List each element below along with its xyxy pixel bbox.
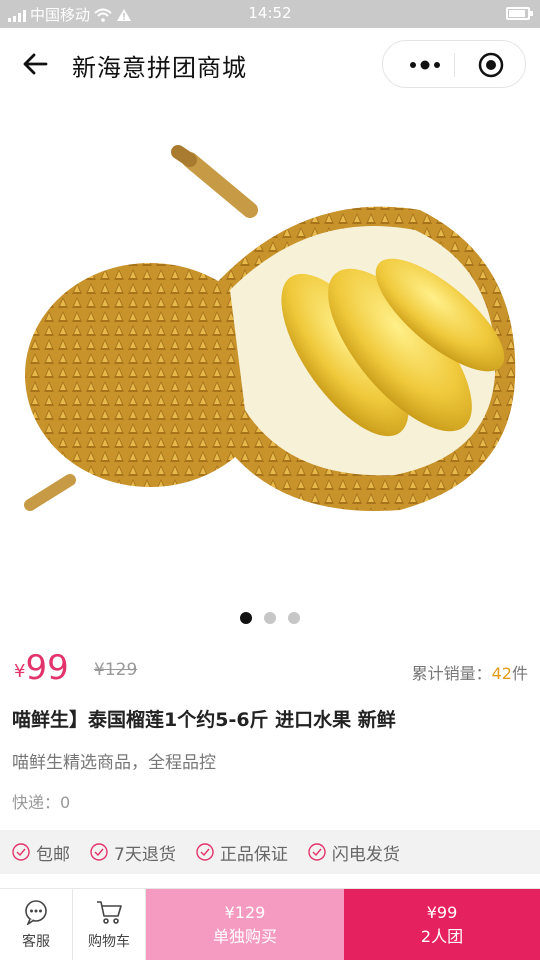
service-label: 客服 <box>22 934 50 950</box>
sales-label: 累计销量： <box>411 664 492 683</box>
cart-button[interactable]: 购物车 <box>73 889 146 960</box>
close-target-icon[interactable] <box>457 41 521 89</box>
assurance-item: 正品保证 <box>196 840 288 865</box>
check-circle-icon <box>12 843 30 861</box>
sales-unit: 件 <box>511 664 528 683</box>
solo-label: 单独购买 <box>212 927 277 946</box>
product-subtitle: 喵鲜生精选商品，全程品控 <box>12 753 216 773</box>
back-arrow-icon[interactable] <box>18 46 54 82</box>
cart-label: 购物车 <box>88 934 130 950</box>
clock: 14:52 <box>248 4 292 22</box>
durian-image <box>24 145 516 511</box>
shopping-cart-icon <box>97 901 122 924</box>
page-title: 新海意拼团商城 <box>72 54 247 82</box>
group-label: 2人团 <box>420 927 464 946</box>
chat-bubble-icon <box>25 900 47 925</box>
assurance-label: 7天退货 <box>114 844 176 865</box>
bottom-action-bar: 客服 购物车 ¥129 单独购买 ¥99 2人团 <box>0 888 540 960</box>
original-price: ¥129 <box>94 660 138 680</box>
carousel-dot[interactable] <box>288 612 300 624</box>
buy-alone-button[interactable]: ¥129 单独购买 <box>146 889 344 960</box>
assurance-item: 闪电发货 <box>308 840 400 865</box>
product-detail-page: 中国移动 14:52 新海意拼团商城 ¥99 ¥129 累计销量：42件 喵鲜生… <box>0 0 540 960</box>
price-value: 99 <box>25 648 69 688</box>
battery-icon <box>506 7 533 20</box>
check-circle-icon <box>90 843 108 861</box>
check-circle-icon <box>196 843 214 861</box>
carousel-dot[interactable] <box>240 612 252 624</box>
check-circle-icon <box>308 843 326 861</box>
status-bar: 中国移动 14:52 <box>0 0 540 28</box>
currency-symbol: ¥ <box>14 661 26 682</box>
service-assurances[interactable]: 包邮 7天退货 正品保证 闪电发货 <box>0 830 540 874</box>
current-price: ¥99 <box>14 648 69 688</box>
assurance-item: 包邮 <box>12 840 70 865</box>
product-image-carousel[interactable] <box>0 100 540 640</box>
carousel-dot[interactable] <box>264 612 276 624</box>
more-dots-icon[interactable] <box>393 41 453 89</box>
sales-count: 累计销量：42件 <box>412 660 528 684</box>
assurance-label: 正品保证 <box>219 844 288 865</box>
assurance-label: 闪电发货 <box>331 844 400 865</box>
solo-price: ¥129 <box>224 903 266 922</box>
assurance-item: 7天退货 <box>90 840 176 865</box>
carousel-indicator <box>0 612 540 624</box>
sales-number: 42 <box>491 664 512 683</box>
shipping-fee: 快递：0 <box>12 793 71 812</box>
capsule-divider <box>454 53 455 77</box>
mini-program-capsule <box>382 40 526 88</box>
nav-bar: 新海意拼团商城 <box>0 28 540 100</box>
assurance-label: 包邮 <box>36 844 70 865</box>
product-title: 喵鲜生】泰国榴莲1个约5-6斤 进口水果 新鲜 <box>12 709 396 731</box>
customer-service-button[interactable]: 客服 <box>0 889 73 960</box>
group-buy-button[interactable]: ¥99 2人团 <box>344 889 540 960</box>
group-price: ¥99 <box>426 903 458 922</box>
